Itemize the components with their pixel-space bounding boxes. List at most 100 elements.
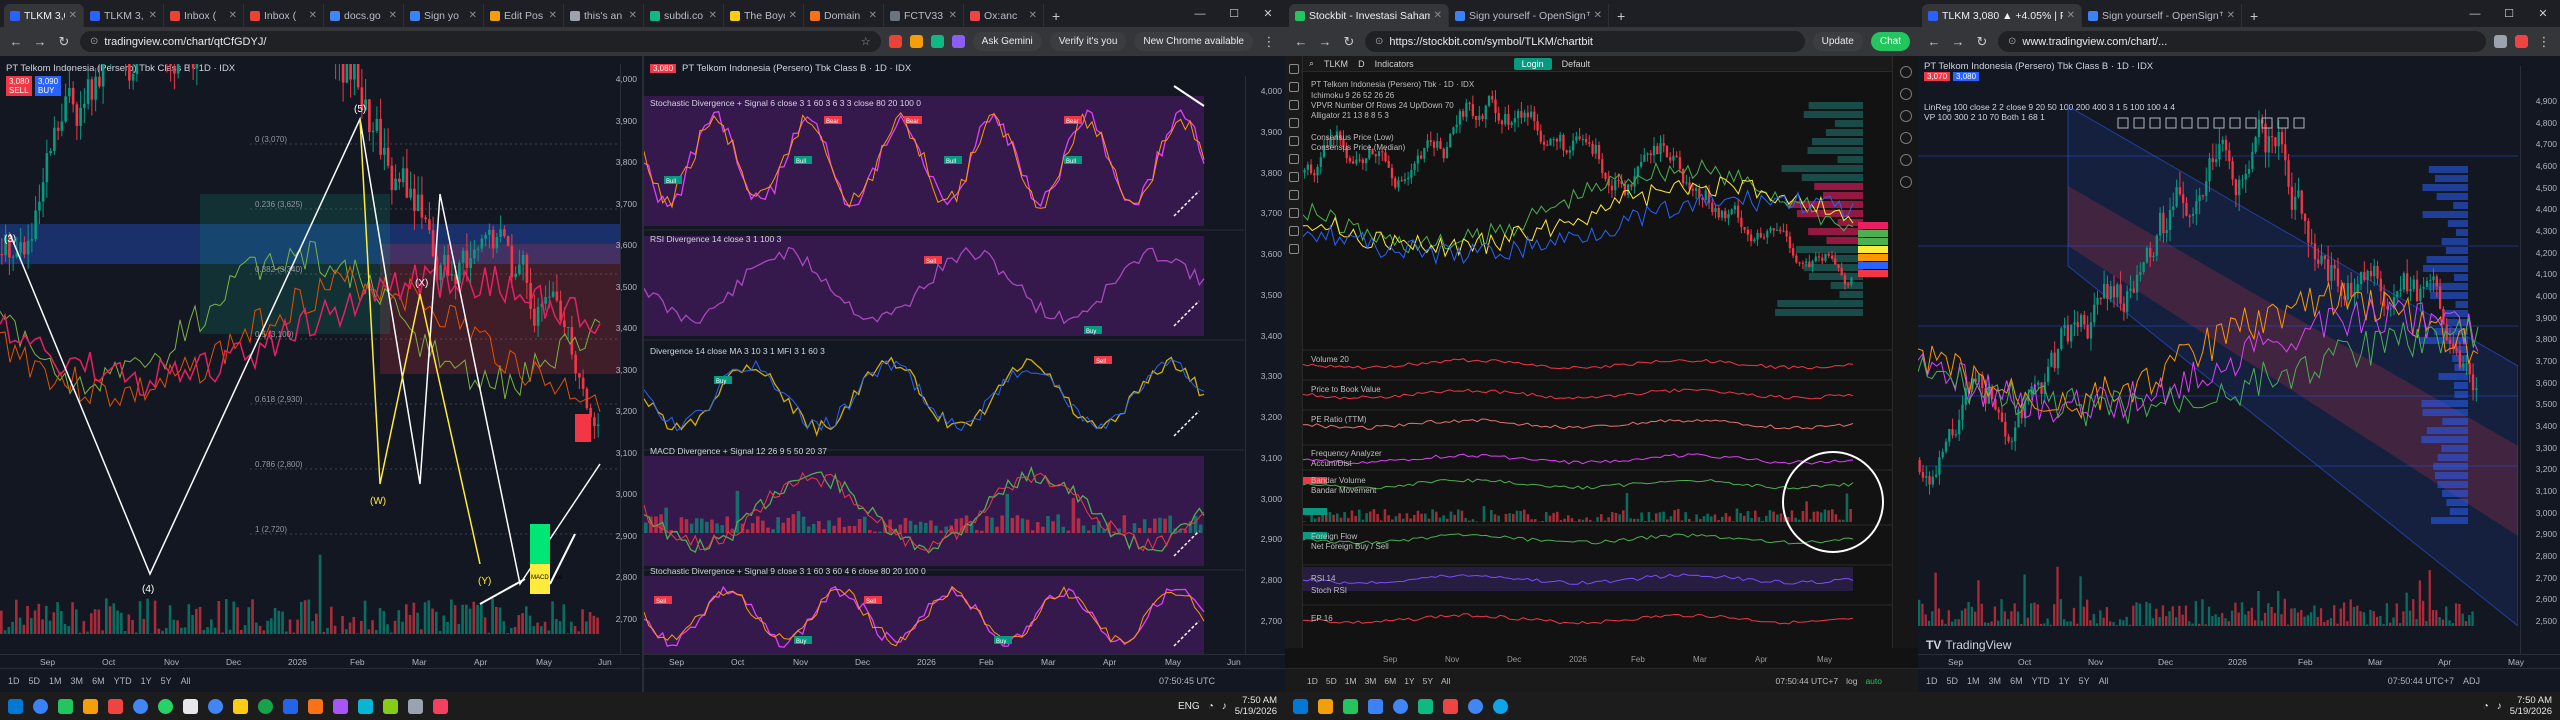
app-icon[interactable]	[1493, 698, 1508, 714]
brush-icon[interactable]	[1289, 136, 1299, 146]
timeframe-button[interactable]: 1Y	[2059, 676, 2070, 686]
news-icon[interactable]	[1900, 110, 1912, 122]
panel-label[interactable]: Stoch RSI	[1311, 586, 1347, 595]
back-icon[interactable]: ←	[8, 34, 24, 49]
start-icon[interactable]	[1293, 698, 1308, 714]
indicator-label-stoch2[interactable]: Stochastic Divergence + Signal 9 close 3…	[650, 566, 926, 576]
orderbook-icon[interactable]	[1900, 132, 1912, 144]
timeframe-button[interactable]: All	[1441, 676, 1450, 686]
site-info-icon[interactable]: ⊙	[90, 36, 98, 47]
timeframe-button[interactable]: 1Y	[1404, 676, 1414, 686]
panel-label[interactable]: Bandar Volume	[1311, 476, 1366, 485]
indicator-label-rsi[interactable]: RSI Divergence 14 close 3 1 100 3	[650, 234, 781, 244]
timeframe-button[interactable]: YTD	[2032, 676, 2050, 686]
timeframe-button[interactable]: 1D	[1307, 676, 1318, 686]
app-icon[interactable]	[258, 698, 273, 714]
app-icon[interactable]	[108, 698, 123, 714]
timeframe-button[interactable]: 1Y	[141, 676, 152, 686]
panel-label[interactable]: Net Foreign Buy / Sell	[1311, 542, 1389, 551]
timeframe-button[interactable]: 1D	[1926, 676, 1938, 686]
chat-button[interactable]: Chat	[1870, 32, 1910, 51]
indicators-chart[interactable]: Bull Bull Bull Bull Bear Bear Bear Sell Sell Sell…	[644, 76, 1244, 666]
minimize-icon[interactable]: —	[2458, 0, 2492, 27]
timeframe-button[interactable]: 1M	[1345, 676, 1357, 686]
tab-close-icon[interactable]: ✕	[469, 10, 477, 21]
search-icon[interactable]: ⌕	[1309, 58, 1314, 69]
settings-icon[interactable]	[1900, 176, 1912, 188]
price-chart[interactable]	[1918, 66, 2518, 646]
timeframe-button[interactable]: 3M	[71, 676, 84, 686]
timeframe-button[interactable]: YTD	[114, 676, 132, 686]
lock-icon[interactable]	[1289, 226, 1299, 236]
browser-tab[interactable]: subdi.co ✕	[644, 4, 724, 27]
app-icon[interactable]	[1443, 698, 1458, 714]
browser-tab[interactable]: Inbox (✕	[164, 4, 244, 27]
overlay-label[interactable]: VPVR Number Of Rows 24 Up/Down 70	[1311, 101, 1454, 110]
timeframe-button[interactable]: 3M	[1989, 676, 2002, 686]
app-icon[interactable]	[333, 698, 348, 714]
tab-close-icon[interactable]: ✕	[629, 10, 637, 21]
browser-tab[interactable]: Edit Pos ✕	[484, 4, 564, 27]
time-axis[interactable]: Sep Oct Nov Dec 2026 Feb Mar Apr May	[1918, 654, 2560, 668]
panel-label[interactable]: Price to Book Value	[1311, 385, 1381, 394]
chrome-icon[interactable]	[1393, 698, 1408, 714]
browser-tab[interactable]: Sign yo ✕	[404, 4, 484, 27]
panel-label[interactable]: Frequency Analyzer	[1311, 449, 1382, 458]
fib-icon[interactable]	[1289, 100, 1299, 110]
interval-select[interactable]: D	[1358, 59, 1365, 69]
browser-tab[interactable]: Ox:anc ✕	[964, 4, 1044, 27]
app-icon[interactable]	[1343, 698, 1358, 714]
panel-label[interactable]: Accum/Dist	[1311, 459, 1351, 468]
timeframe-button[interactable]: 1M	[49, 676, 62, 686]
app-icon[interactable]	[383, 698, 398, 714]
tab-close-icon[interactable]: ✕	[69, 10, 77, 21]
zoom-icon[interactable]	[1289, 190, 1299, 200]
panel-label[interactable]: Bandar Movement	[1311, 486, 1376, 495]
timeframe-button[interactable]: 5Y	[161, 676, 172, 686]
left-price-chart[interactable]: (3) (4) (5) (W) (X) (Y) 0 (3,070) 0.236 (3,625)…	[0, 64, 620, 654]
indicators-button[interactable]: Indicators	[1375, 59, 1414, 69]
tab-close-icon[interactable]: ✕	[789, 10, 797, 21]
app-icon[interactable]	[1418, 698, 1433, 714]
browser-tab[interactable]: Domain ✕	[804, 4, 884, 27]
clock[interactable]: 7:50 AM 5/19/2026	[2510, 695, 2552, 717]
trash-icon[interactable]	[1289, 244, 1299, 254]
price-axis[interactable]: 4,000 3,900 3,800 3,700 3,600 3,500 3,400 3,300…	[616, 64, 640, 654]
forward-icon[interactable]: →	[1317, 34, 1333, 49]
watchlist-icon[interactable]	[1900, 66, 1912, 78]
panel-label[interactable]: Foreign Flow	[1311, 532, 1357, 541]
extension-icon[interactable]	[930, 35, 944, 48]
volume-icon[interactable]: ♪	[1222, 701, 1227, 712]
new-tab-button[interactable]: +	[1609, 4, 1633, 27]
time-axis[interactable]: Sep Nov Dec 2026 Feb Mar Apr May	[1303, 655, 1892, 667]
app-icon[interactable]	[283, 698, 298, 714]
login-button[interactable]: Login	[1513, 57, 1552, 70]
clock[interactable]: 7:50 AM 5/19/2026	[1235, 695, 1277, 717]
address-bar[interactable]: ⊙ https://stockbit.com/symbol/TLKM/chart…	[1365, 31, 1805, 52]
update-button[interactable]: Update	[1812, 32, 1863, 51]
timeframe-button[interactable]: 1M	[1967, 676, 1980, 686]
menu-kebab-icon[interactable]: ⋮	[2536, 34, 2552, 50]
panel-label[interactable]: Volume 20	[1311, 355, 1349, 364]
browser-tab[interactable]: TLKM 3, ✕	[84, 4, 164, 27]
folder-icon[interactable]	[83, 698, 98, 714]
trendline-icon[interactable]	[1289, 82, 1299, 92]
settings-icon[interactable]	[408, 698, 423, 714]
whatsapp-icon[interactable]	[158, 698, 173, 714]
overlay-label[interactable]: Consensus Price (Low)	[1311, 133, 1394, 142]
text-icon[interactable]	[1289, 154, 1299, 164]
reload-icon[interactable]: ↻	[1974, 34, 1990, 50]
timeframe-button[interactable]: 3M	[1365, 676, 1377, 686]
overlay-label[interactable]: Ichimoku 9 26 52 26 26	[1311, 91, 1394, 100]
panel-label[interactable]: EP 16	[1311, 614, 1333, 623]
app-icon[interactable]	[58, 698, 73, 714]
tab-close-icon[interactable]: ✕	[869, 10, 877, 21]
time-axis[interactable]: Sep Oct Nov Dec 2026 Feb Mar Apr May Jun	[0, 654, 640, 668]
forward-icon[interactable]: →	[1950, 34, 1966, 49]
app-icon[interactable]	[358, 698, 373, 714]
tab-close-icon[interactable]: ✕	[1434, 10, 1442, 21]
extension-icon[interactable]	[951, 35, 965, 48]
reload-icon[interactable]: ↻	[1341, 34, 1357, 50]
back-icon[interactable]: ←	[1293, 34, 1309, 49]
timeframe-button[interactable]: 6M	[2010, 676, 2023, 686]
